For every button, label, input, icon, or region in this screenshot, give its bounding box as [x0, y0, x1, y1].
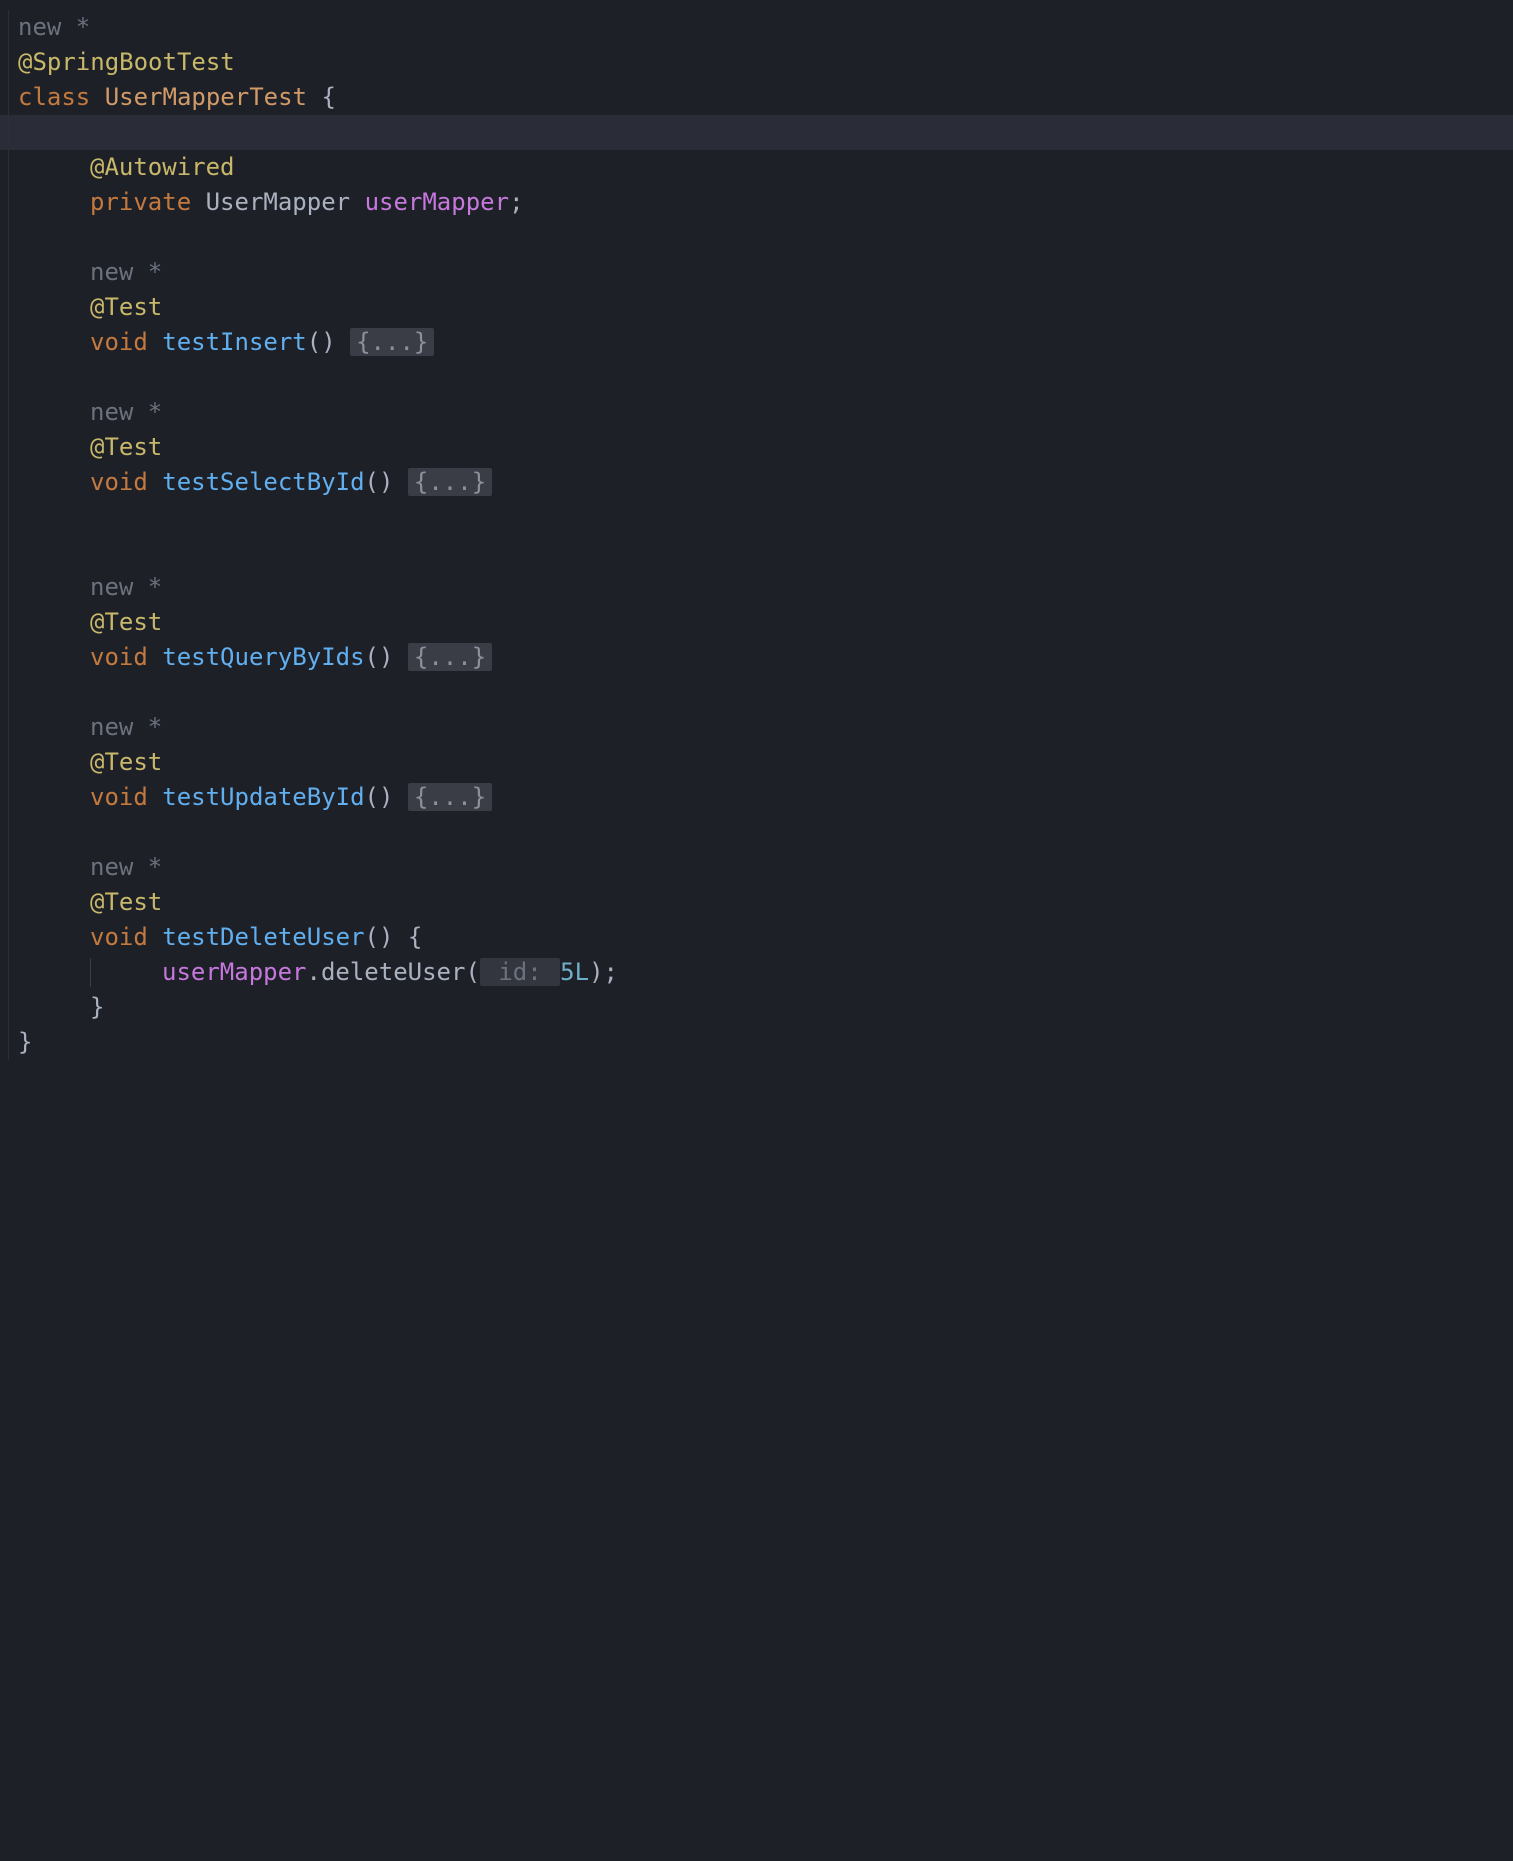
method-name-testselectbyid: testSelectById	[162, 468, 364, 496]
fold-toggle[interactable]: {...}	[408, 783, 492, 811]
private-keyword: private	[90, 188, 191, 216]
blank-line-highlighted	[0, 115, 1513, 150]
blank-line	[18, 360, 1513, 395]
hint-line: new *	[18, 395, 1513, 430]
method-name-testdeleteuser: testDeleteUser	[162, 923, 364, 951]
method-line-testupdatebyid: void testUpdateById() {...}	[18, 780, 1513, 815]
annotation-line: @Test	[18, 745, 1513, 780]
method-name-testinsert: testInsert	[162, 328, 307, 356]
vcs-hint: new *	[90, 853, 162, 881]
void-keyword: void	[90, 468, 148, 496]
class-name: UserMapperTest	[105, 83, 307, 111]
dot: .	[307, 958, 321, 986]
vcs-hint: new *	[90, 573, 162, 601]
field-line: private UserMapper userMapper;	[18, 185, 1513, 220]
open-paren: (	[465, 958, 479, 986]
test-annotation: @Test	[90, 888, 162, 916]
annotation-line: @Test	[18, 605, 1513, 640]
blank-line	[18, 500, 1513, 535]
param-hint: id:	[480, 958, 560, 986]
fold-toggle[interactable]: {...}	[408, 643, 492, 671]
close-brace: }	[18, 1028, 32, 1056]
vcs-hint: new *	[90, 398, 162, 426]
annotation-line: @Autowired	[18, 150, 1513, 185]
hint-line: new *	[18, 570, 1513, 605]
method-close-brace: }	[18, 990, 1513, 1025]
semicolon: ;	[509, 188, 523, 216]
vcs-hint: new *	[18, 13, 90, 41]
parentheses: ()	[365, 468, 408, 496]
method-name-testquerybyids: testQueryByIds	[162, 643, 364, 671]
test-annotation: @Test	[90, 608, 162, 636]
vcs-hint: new *	[90, 258, 162, 286]
call-method: deleteUser	[321, 958, 466, 986]
class-close-brace-line: }	[18, 1025, 1513, 1060]
gutter-border	[8, 10, 9, 1060]
blank-line	[18, 815, 1513, 850]
fold-toggle[interactable]: {...}	[408, 468, 492, 496]
hint-line: new *	[18, 710, 1513, 745]
autowired-annotation: @Autowired	[90, 153, 235, 181]
hint-line: new *	[18, 850, 1513, 885]
close-brace: }	[90, 993, 104, 1021]
fold-toggle[interactable]: {...}	[350, 328, 434, 356]
parentheses: ()	[365, 643, 408, 671]
field-name: userMapper	[365, 188, 510, 216]
test-annotation: @Test	[90, 293, 162, 321]
void-keyword: void	[90, 328, 148, 356]
code-editor[interactable]: new * @SpringBootTest class UserMapperTe…	[0, 10, 1513, 1060]
blank-line	[18, 535, 1513, 570]
class-keyword: class	[18, 83, 90, 111]
number-literal: 5L	[560, 958, 589, 986]
blank-line	[18, 220, 1513, 255]
blank-line	[18, 675, 1513, 710]
method-name-testupdatebyid: testUpdateById	[162, 783, 364, 811]
test-annotation: @Test	[90, 433, 162, 461]
parentheses-open-brace: () {	[365, 923, 423, 951]
test-annotation: @Test	[90, 748, 162, 776]
method-body-line: userMapper.deleteUser( id: 5L);	[18, 955, 1513, 990]
annotation-line: @Test	[18, 290, 1513, 325]
annotation-line: @Test	[18, 885, 1513, 920]
method-line-testselectbyid: void testSelectById() {...}	[18, 465, 1513, 500]
call-target: userMapper	[162, 958, 307, 986]
parentheses: ()	[365, 783, 408, 811]
void-keyword: void	[90, 923, 148, 951]
vcs-hint: new *	[90, 713, 162, 741]
hint-line: new *	[18, 255, 1513, 290]
method-line-testquerybyids: void testQueryByIds() {...}	[18, 640, 1513, 675]
open-brace: {	[307, 83, 336, 111]
field-type: UserMapper	[206, 188, 351, 216]
class-declaration-line: class UserMapperTest {	[18, 80, 1513, 115]
hint-line: new *	[18, 10, 1513, 45]
close-paren-semicolon: );	[589, 958, 618, 986]
method-line-testdeleteuser: void testDeleteUser() {	[18, 920, 1513, 955]
parentheses: ()	[307, 328, 350, 356]
springboot-test-annotation: @SpringBootTest	[18, 48, 235, 76]
annotation-line: @Test	[18, 430, 1513, 465]
annotation-line: @SpringBootTest	[18, 45, 1513, 80]
void-keyword: void	[90, 783, 148, 811]
void-keyword: void	[90, 643, 148, 671]
method-line-testinsert: void testInsert() {...}	[18, 325, 1513, 360]
